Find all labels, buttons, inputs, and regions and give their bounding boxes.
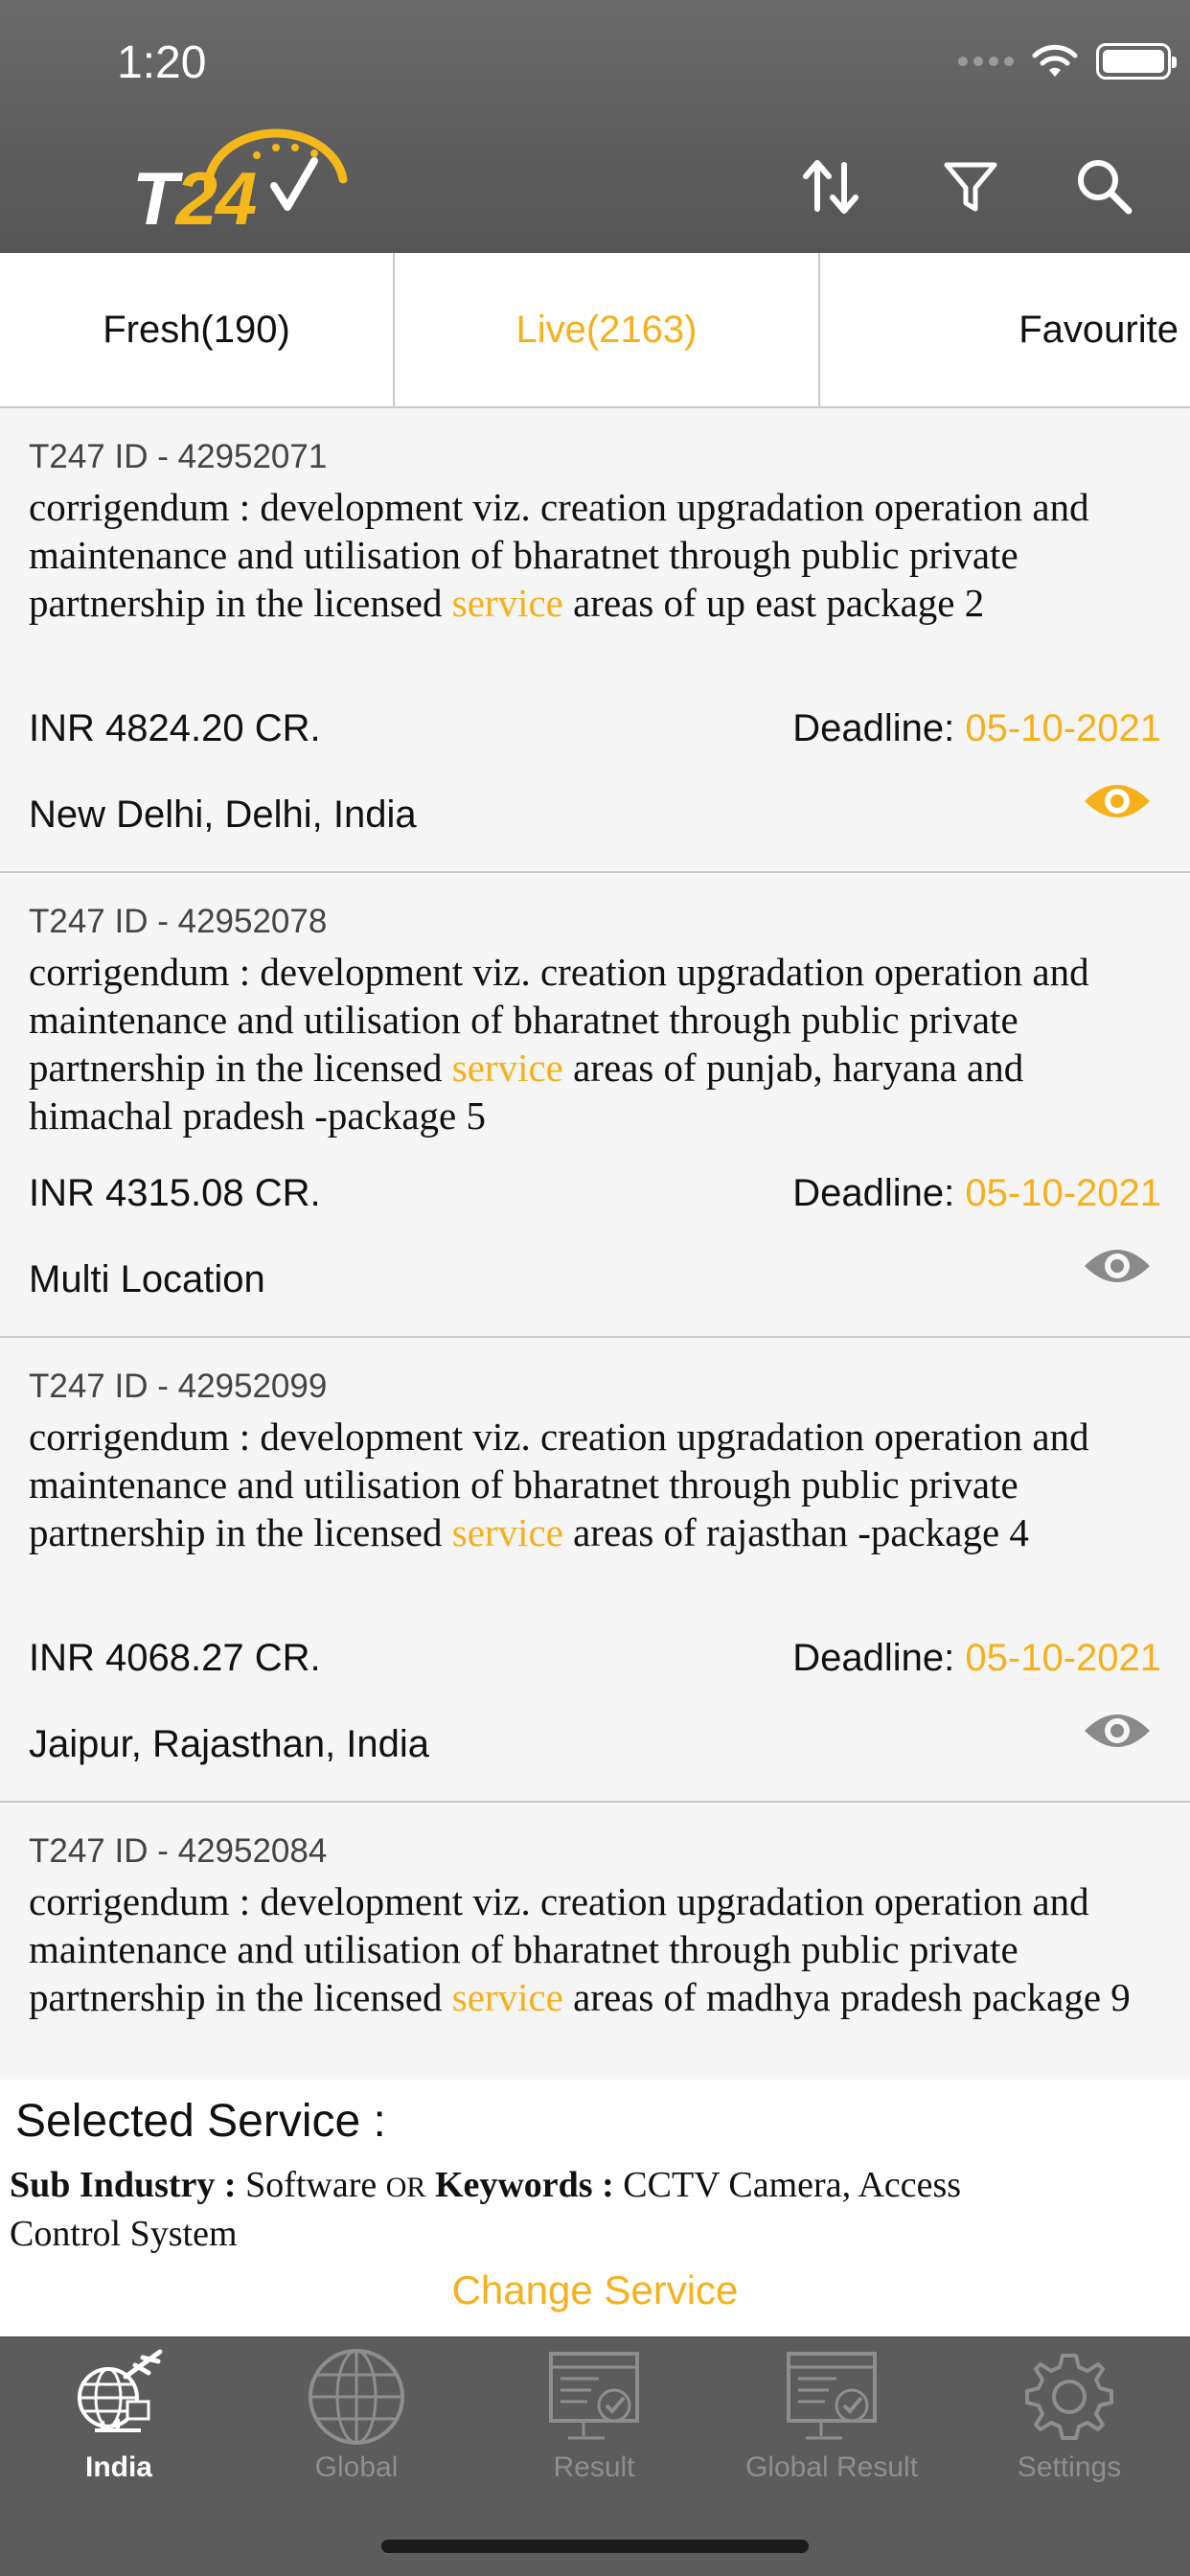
tab-fresh[interactable]: Fresh(190) <box>0 253 395 406</box>
wifi-icon <box>1032 44 1078 77</box>
eye-icon[interactable] <box>1081 1702 1154 1760</box>
selected-service-details: Sub Industry : Software OR Keywords : CC… <box>10 2165 962 2254</box>
tender-amount: INR 4824.20 CR. <box>29 707 321 749</box>
tab-favourite[interactable]: Favourite <box>820 253 1190 406</box>
battery-icon <box>1096 43 1177 80</box>
selected-service-panel: Selected Service : Sub Industry : Softwa… <box>0 2080 1190 2336</box>
tender-card[interactable]: T247 ID - 42952071 corrigendum : develop… <box>0 408 1190 873</box>
tab-live[interactable]: Live(2163) <box>395 253 820 406</box>
sort-arrows-icon[interactable] <box>798 153 865 220</box>
tender-amount: INR 4068.27 CR. <box>29 1637 321 1679</box>
nav-india[interactable]: India <box>0 2336 238 2509</box>
nav-label: Global Result <box>744 2451 919 2483</box>
tender-id: T247 ID - 42952084 <box>29 1832 328 1870</box>
tender-id: T247 ID - 42952071 <box>29 438 328 475</box>
result-monitor-icon <box>549 2352 639 2440</box>
tender-card[interactable]: T247 ID - 42952078 corrigendum : develop… <box>0 873 1190 1338</box>
home-indicator <box>381 2540 809 2553</box>
tender-deadline: Deadline: 05-10-2021 <box>792 707 1161 749</box>
nav-label: India <box>84 2451 152 2483</box>
nav-label: Global <box>314 2451 399 2483</box>
tender-deadline: Deadline: 05-10-2021 <box>792 1637 1161 1679</box>
nav-label: Result <box>553 2451 635 2483</box>
tender-description: corrigendum : development viz. creation … <box>29 485 1089 625</box>
global-result-monitor-icon <box>787 2352 877 2440</box>
eye-icon[interactable] <box>1081 1237 1154 1295</box>
status-time: 1:20 <box>117 37 207 88</box>
filter-funnel-icon[interactable] <box>937 153 1004 220</box>
tender-card[interactable]: T247 ID - 42952084 corrigendum : develop… <box>0 1803 1190 2080</box>
tender-deadline: Deadline: 05-10-2021 <box>792 1172 1161 1214</box>
india-globe-plane-icon <box>78 2349 163 2432</box>
tender-description: corrigendum : development viz. creation … <box>29 1414 1089 1554</box>
globe-icon <box>309 2349 404 2445</box>
eye-icon[interactable] <box>1081 772 1154 830</box>
t247-logo[interactable]: T247 <box>132 126 353 328</box>
tender-list[interactable]: T247 ID - 42952071 corrigendum : develop… <box>0 408 1190 2080</box>
tender-tabs: Fresh(190) Live(2163) Favourite <box>0 253 1190 408</box>
nav-global-result[interactable]: Global Result <box>713 2336 950 2509</box>
tender-location: Jaipur, Rajasthan, India <box>29 1723 430 1765</box>
tender-location: Multi Location <box>29 1258 265 1300</box>
clock-swoosh-icon <box>203 128 348 211</box>
settings-gear-icon <box>1025 2354 1113 2440</box>
status-indicators <box>958 42 1177 80</box>
change-service-button[interactable]: Change Service <box>0 2267 1190 2313</box>
tender-description: corrigendum : development viz. creation … <box>29 1879 1131 2019</box>
tender-id: T247 ID - 42952078 <box>29 903 328 940</box>
nav-settings[interactable]: Settings <box>950 2336 1188 2509</box>
nav-label: Settings <box>1017 2451 1122 2483</box>
tender-card[interactable]: T247 ID - 42952099 corrigendum : develop… <box>0 1338 1190 1803</box>
nav-global[interactable]: Global <box>238 2336 475 2509</box>
signal-icon <box>958 57 1014 66</box>
nav-result[interactable]: Result <box>475 2336 713 2509</box>
tender-description: corrigendum : development viz. creation … <box>29 950 1089 1138</box>
tender-location: New Delhi, Delhi, India <box>29 794 417 836</box>
tender-id: T247 ID - 42952099 <box>29 1368 328 1405</box>
bottom-navigation: India Global Result Global Result Settin… <box>0 2336 1190 2576</box>
selected-service-title: Selected Service : <box>15 2096 386 2147</box>
tender-amount: INR 4315.08 CR. <box>29 1172 321 1214</box>
search-icon[interactable] <box>1071 153 1138 220</box>
app-header: 1:20 T247 <box>0 0 1190 328</box>
